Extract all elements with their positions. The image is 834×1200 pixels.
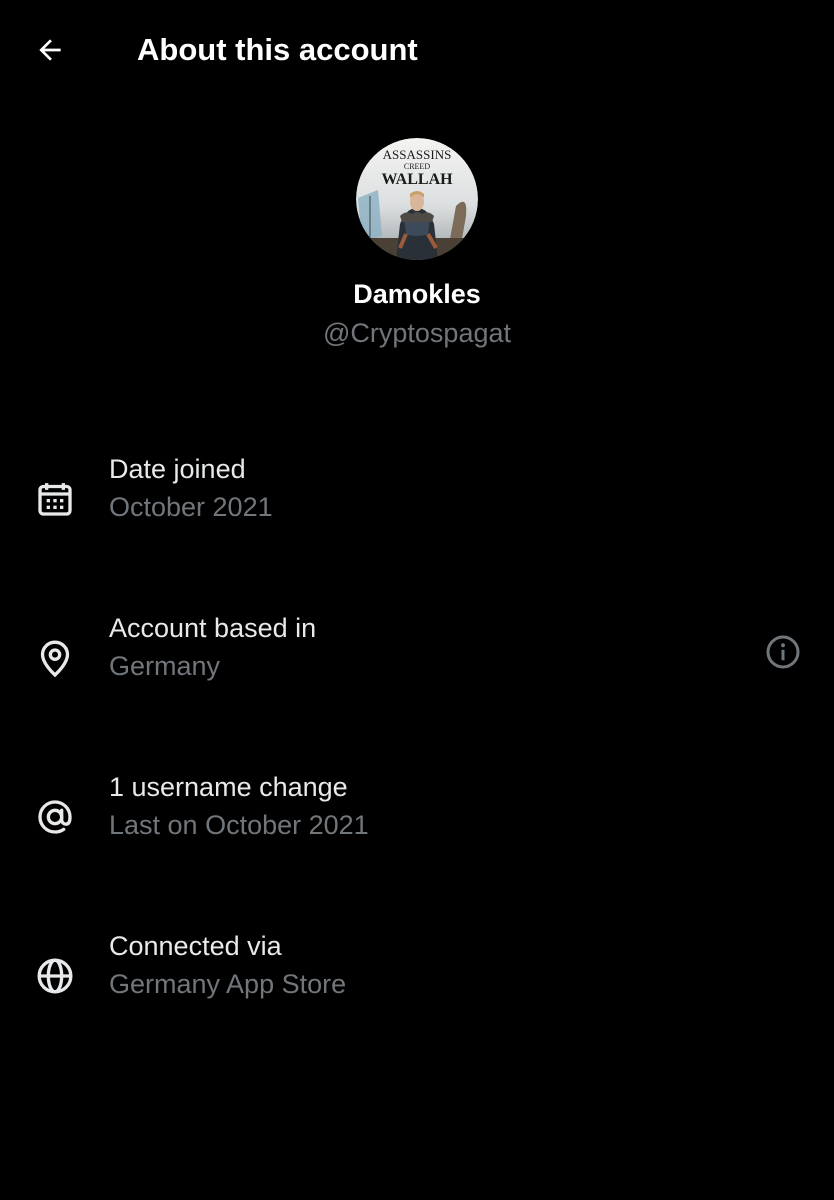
location-pin-icon [30,633,80,683]
calendar-icon [30,474,80,524]
account-based-in-row: Account based in Germany [0,609,834,699]
date-joined-label: Date joined [109,454,246,484]
avatar-text-line3: WALLAH [381,171,453,188]
top-app-bar: About this account [0,0,834,100]
connected-via-row: Connected via Germany App Store [0,927,834,1017]
connected-via-label: Connected via [109,931,282,961]
avatar-text-line2: CREED [404,162,430,171]
user-handle: @Cryptospagat [323,318,511,348]
info-button[interactable] [760,629,806,675]
username-change-label: 1 username change [109,772,348,802]
arrow-left-icon [39,39,61,61]
avatar[interactable]: ASSASSINS CREED WALLAH [356,138,478,260]
display-name: Damokles [353,279,481,309]
avatar-text-line1: ASSASSINS [383,147,452,162]
back-button[interactable] [26,28,74,72]
date-joined-value: October 2021 [109,492,273,522]
date-joined-row: Date joined October 2021 [0,450,834,540]
connected-via-value: Germany App Store [109,969,347,999]
globe-icon [30,951,80,1001]
account-based-in-value: Germany [109,651,221,681]
account-based-in-label: Account based in [109,613,317,643]
page-title: About this account [137,32,418,67]
username-change-value: Last on October 2021 [109,810,369,840]
username-change-row: 1 username change Last on October 2021 [0,768,834,858]
info-icon [766,635,800,669]
at-sign-icon [30,792,80,842]
